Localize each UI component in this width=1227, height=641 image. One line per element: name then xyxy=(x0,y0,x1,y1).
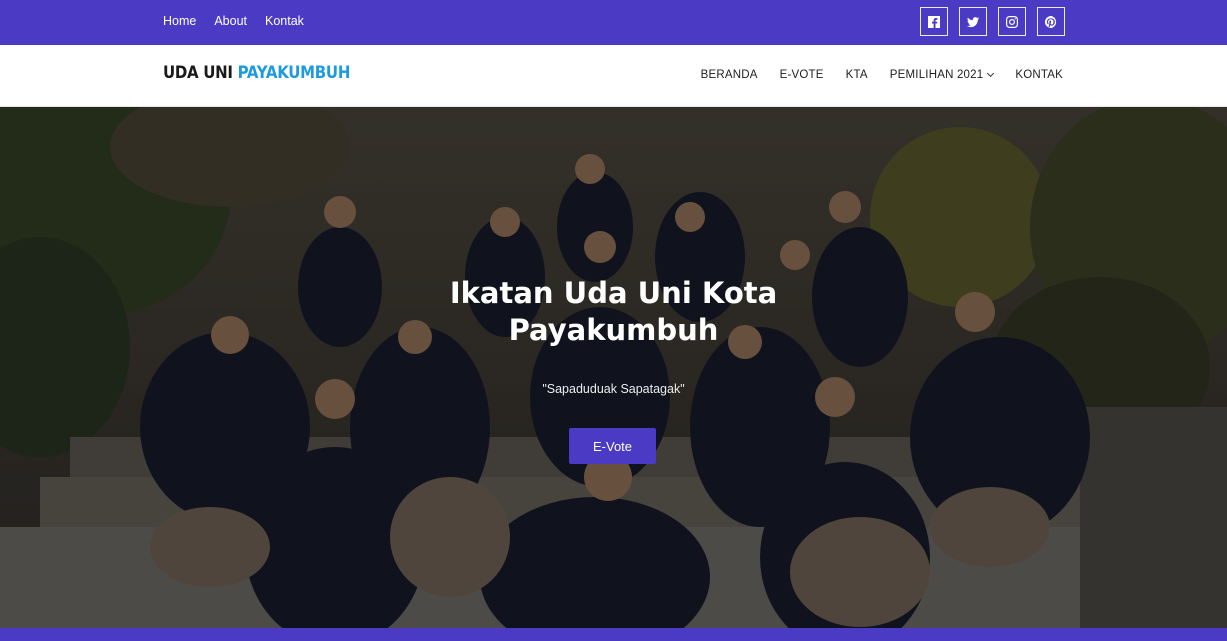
chevron-down-icon xyxy=(987,69,995,78)
hero-subtitle: "Sapaduduak Sapatagak" xyxy=(542,382,685,396)
pinterest-button[interactable] xyxy=(1037,7,1065,36)
facebook-icon xyxy=(928,15,940,28)
hero-title-line2: Payakumbuh xyxy=(508,313,719,347)
menu-item-beranda[interactable]: BERANDA xyxy=(701,69,758,81)
main-navbar: UDA UNI PAYAKUMBUH BERANDA E-VOTE KTA PE… xyxy=(0,45,1227,107)
instagram-button[interactable] xyxy=(998,7,1026,36)
social-links xyxy=(920,7,1065,36)
top-link-kontak[interactable]: Kontak xyxy=(265,14,304,28)
hero-title: Ikatan Uda Uni Kota Payakumbuh xyxy=(0,275,1227,349)
logo-text-uda-uni: UDA UNI xyxy=(163,62,238,83)
menu-item-kta[interactable]: KTA xyxy=(846,69,868,81)
menu-item-kontak[interactable]: KONTAK xyxy=(1015,69,1063,81)
site-logo[interactable]: UDA UNI PAYAKUMBUH xyxy=(163,62,350,83)
hero-title-line1: Ikatan Uda Uni Kota xyxy=(449,276,778,310)
e-vote-button[interactable]: E-Vote xyxy=(569,428,656,464)
twitter-button[interactable] xyxy=(959,7,987,36)
top-link-home[interactable]: Home xyxy=(163,14,196,28)
menu-item-pemilihan-label: PEMILIHAN 2021 xyxy=(889,69,984,81)
facebook-button[interactable] xyxy=(920,7,948,36)
instagram-icon xyxy=(1006,15,1018,28)
menu-item-e-vote[interactable]: E-VOTE xyxy=(780,69,824,81)
top-bar: Home About Kontak xyxy=(0,0,1227,45)
top-link-about[interactable]: About xyxy=(214,14,247,28)
hero-overlay xyxy=(0,107,1227,628)
logo-text-payakumbuh: PAYAKUMBUH xyxy=(237,62,351,83)
hero-section: Ikatan Uda Uni Kota Payakumbuh "Sapadudu… xyxy=(0,107,1227,628)
menu-item-pemilihan-2021[interactable]: PEMILIHAN 2021 xyxy=(889,69,995,81)
bottom-bar xyxy=(0,628,1227,641)
main-menu: BERANDA E-VOTE KTA PEMILIHAN 2021 KONTAK xyxy=(701,69,1063,81)
twitter-icon xyxy=(967,16,979,27)
pinterest-icon xyxy=(1045,15,1057,28)
top-links: Home About Kontak xyxy=(163,14,304,28)
